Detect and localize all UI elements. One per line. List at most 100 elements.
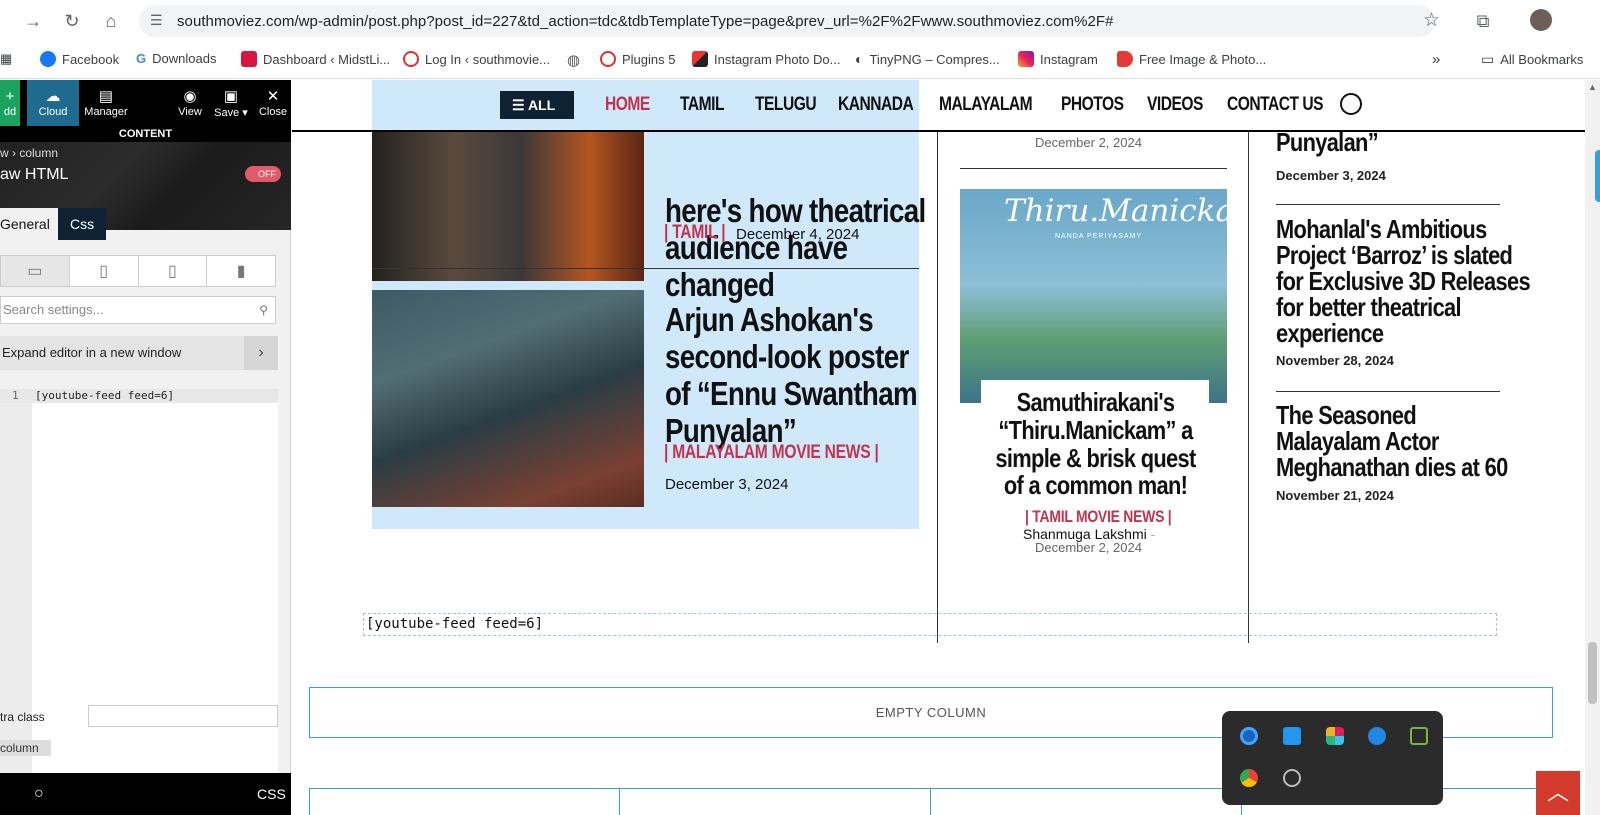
bookmark-login[interactable]: Log In ‹ southmovie... <box>403 51 550 67</box>
column-divider <box>1248 132 1249 643</box>
app-icon-2[interactable] <box>1283 727 1301 745</box>
menu-malayalam[interactable]: MALAYALAM <box>939 94 1033 116</box>
save-button[interactable]: ▣ Save ▾ <box>213 88 249 119</box>
column-divider <box>619 789 620 815</box>
circle-icon[interactable]: ○ <box>34 785 44 803</box>
menu-telugu[interactable]: TELUGU <box>755 94 817 116</box>
extra-class-input[interactable] <box>88 705 278 727</box>
app-icon-1[interactable] <box>1240 727 1258 745</box>
home-icon[interactable]: ⌂ <box>98 8 124 34</box>
instagram-icon <box>1018 51 1034 67</box>
expand-editor-button[interactable]: Expand editor in a new window › <box>0 336 278 370</box>
bookmark-facebook[interactable]: Facebook <box>40 51 119 67</box>
code-line[interactable]: 1 [youtube-feed feed=6] <box>0 389 278 403</box>
thiru-manickam-poster[interactable]: Thiru.Manickam NANDA PERIYASAMY <box>960 189 1227 403</box>
breadcrumb[interactable]: w › column <box>0 146 58 160</box>
search-icon[interactable] <box>1340 93 1362 115</box>
bookmark-downloads[interactable]: G Downloads <box>136 51 216 66</box>
apps-icon[interactable]: ▦ <box>0 51 12 67</box>
slack-icon[interactable] <box>1326 727 1344 745</box>
bookmark-globe[interactable]: ◍ <box>567 51 580 69</box>
eye-icon: ◉ <box>183 88 197 105</box>
column-tag[interactable]: column <box>0 740 51 756</box>
cloud-button[interactable]: ☁ Cloud <box>27 80 79 126</box>
all-bookmarks[interactable]: ▭ All Bookmarks <box>1481 51 1583 68</box>
extensions-icon[interactable]: ⧉ <box>1470 8 1496 34</box>
menu-contact[interactable]: CONTACT US <box>1227 94 1324 116</box>
right-post3-date: November 21, 2024 <box>1276 488 1394 503</box>
composer-editor-panel: + dd ☁ Cloud ▤ Manager ◉ View ▣ Save ▾ ✕ Close… <box>0 80 291 815</box>
address-bar[interactable]: ☰ southmoviez.com/wp-admin/post.php?post… <box>139 5 1440 37</box>
bookmark-instagram-downloader[interactable]: Instagram Photo Do... <box>692 51 840 67</box>
menu-tamil[interactable]: TAMIL <box>680 94 724 116</box>
css-button[interactable]: CSS <box>257 786 286 802</box>
scroll-up-icon[interactable]: ▲ <box>1588 82 1597 92</box>
column-divider <box>309 789 310 815</box>
tab-css[interactable]: Css <box>58 208 106 240</box>
bookmark-instagram[interactable]: Instagram <box>1018 51 1098 67</box>
post1-category[interactable]: | TAMIL | <box>664 222 726 244</box>
post1-title[interactable]: here's how theatrical audience have chan… <box>665 192 926 304</box>
post2-image[interactable] <box>372 290 644 507</box>
search-settings-input[interactable]: Search settings... ⚲ <box>0 296 276 324</box>
right-post1-date: December 3, 2024 <box>1276 168 1386 183</box>
tablet-portrait-icon[interactable]: ▯ <box>139 256 208 286</box>
middle-category[interactable]: | TAMIL MOVIE NEWS | <box>1025 507 1172 527</box>
shortcode-block[interactable]: [youtube-feed feed=6] <box>363 613 1497 636</box>
reload-icon[interactable]: ↻ <box>59 8 85 34</box>
code-editor[interactable]: 1 [youtube-feed feed=6] <box>0 389 278 789</box>
line-gutter <box>0 389 32 789</box>
element-title: aw HTML <box>0 166 69 183</box>
right-post3-title[interactable]: The Seasoned Malayalam Actor Meghanathan… <box>1276 402 1508 480</box>
flag-icon <box>692 51 708 67</box>
back-to-top-button[interactable]: ︿ <box>1536 771 1580 815</box>
divider <box>1276 204 1500 205</box>
tablet-landscape-icon[interactable]: ▯ <box>70 256 139 286</box>
star-icon[interactable]: ☆ <box>1423 9 1440 32</box>
chevron-up-icon: ︿ <box>1546 780 1569 805</box>
manager-icon: ▤ <box>98 88 114 105</box>
close-button[interactable]: ✕ Close <box>258 88 288 118</box>
avatar[interactable] <box>1530 9 1552 31</box>
desktop-icon[interactable]: ▭ <box>1 256 70 286</box>
bookmark-dashboard[interactable]: Dashboard ‹ MidstLi... <box>241 51 390 67</box>
middle-top-date: December 2, 2024 <box>1035 135 1142 150</box>
manager-button[interactable]: ▤ Manager <box>81 88 131 118</box>
bookmark-tinypng[interactable]: ◐ TinyPNG – Compres... <box>855 51 1000 67</box>
menu-home[interactable]: HOME <box>605 94 650 116</box>
facebook-icon <box>40 51 56 67</box>
right-post2-title[interactable]: Mohanlal's Ambitious Project ‘Barroz’ is… <box>1276 216 1531 346</box>
post2-category[interactable]: | MALAYALAM MOVIE NEWS | <box>664 442 879 464</box>
right-post1-title[interactable]: Punyalan” <box>1276 127 1379 157</box>
post2-title[interactable]: Arjun Ashokan's second-look poster of “E… <box>665 301 918 450</box>
bookmark-plugins[interactable]: Plugins 5 <box>600 51 675 67</box>
google-icon: G <box>136 51 147 66</box>
page-scrollbar[interactable]: ▲ <box>1585 80 1600 815</box>
tab-general[interactable]: General <box>0 208 58 240</box>
middle-date: December 2, 2024 <box>1035 540 1142 555</box>
scroll-thumb[interactable] <box>1588 642 1597 704</box>
all-menu-button[interactable]: ☰ ALL <box>500 91 574 119</box>
more-bookmarks-icon[interactable]: » <box>1432 51 1440 68</box>
menu-photos[interactable]: PHOTOS <box>1061 94 1124 116</box>
middle-post-title[interactable]: Samuthirakani's “Thiru.Manickam” a simpl… <box>988 388 1203 500</box>
chrome-icon[interactable] <box>1240 769 1258 787</box>
toggle-switch[interactable]: OFF <box>245 166 281 182</box>
taskbar-overflow-popup <box>1222 711 1443 805</box>
panda-icon: ◐ <box>855 51 864 67</box>
post1-image[interactable] <box>372 120 644 281</box>
add-button[interactable]: + dd <box>0 80 20 126</box>
view-button[interactable]: ◉ View <box>176 88 204 118</box>
code-text: [youtube-feed feed=6] <box>35 389 175 402</box>
bookmark-free-image[interactable]: Free Image & Photo... <box>1117 51 1266 67</box>
app-icon-5[interactable] <box>1410 727 1428 745</box>
extra-class-label: tra class <box>0 710 45 724</box>
app-icon-4[interactable] <box>1368 727 1386 745</box>
power-icon[interactable] <box>1283 769 1301 787</box>
site-info-icon[interactable]: ☰ <box>150 12 163 29</box>
forward-icon[interactable]: → <box>20 8 46 34</box>
menu-kannada[interactable]: KANNADA <box>838 94 914 116</box>
phone-icon[interactable]: ▮ <box>207 256 275 286</box>
red-logo-icon <box>1117 51 1133 67</box>
menu-videos[interactable]: VIDEOS <box>1147 94 1203 116</box>
